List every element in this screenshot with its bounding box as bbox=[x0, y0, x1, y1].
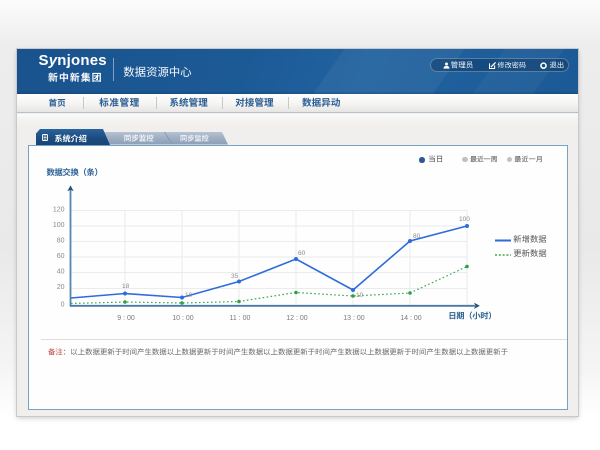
svg-text:12 : 00: 12 : 00 bbox=[286, 315, 308, 322]
svg-text:0: 0 bbox=[61, 301, 65, 308]
svg-text:60: 60 bbox=[57, 252, 65, 259]
svg-text:9 : 00: 9 : 00 bbox=[117, 315, 135, 322]
svg-text:13 : 00: 13 : 00 bbox=[343, 315, 365, 322]
svg-text:80: 80 bbox=[57, 237, 65, 244]
svg-text:60: 60 bbox=[298, 250, 306, 257]
svg-text:35: 35 bbox=[231, 273, 239, 280]
svg-text:100: 100 bbox=[53, 221, 65, 228]
svg-text:20: 20 bbox=[57, 283, 65, 290]
svg-text:10: 10 bbox=[185, 292, 193, 299]
svg-text:40: 40 bbox=[57, 268, 65, 275]
svg-text:120: 120 bbox=[53, 206, 65, 213]
svg-text:100: 100 bbox=[459, 216, 470, 223]
svg-text:11 : 00: 11 : 00 bbox=[230, 315, 251, 322]
svg-text:14 : 00: 14 : 00 bbox=[400, 315, 422, 322]
svg-text:18: 18 bbox=[122, 283, 130, 290]
svg-text:10 : 00: 10 : 00 bbox=[172, 315, 194, 322]
svg-text:10: 10 bbox=[356, 292, 364, 299]
svg-text:80: 80 bbox=[413, 233, 421, 240]
